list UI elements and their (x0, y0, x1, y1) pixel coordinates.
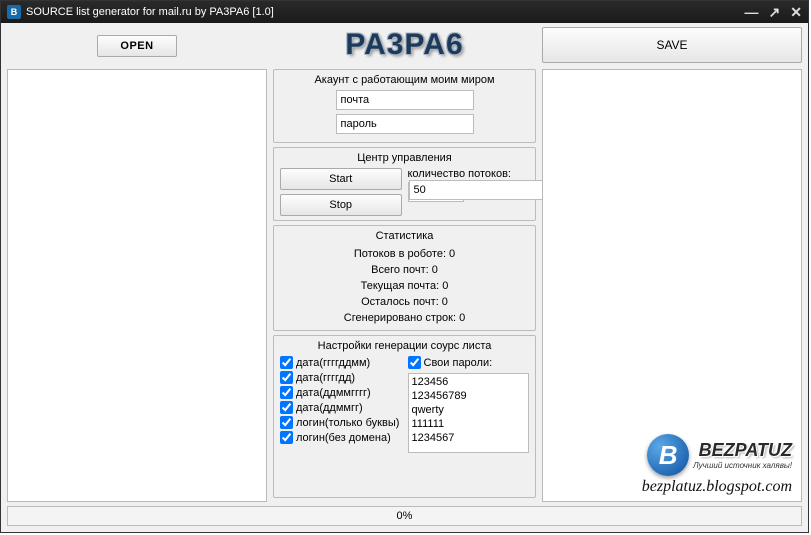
titlebar: B SOURCE list generator for mail.ru by P… (1, 1, 808, 23)
save-button[interactable]: SAVE (542, 27, 802, 63)
date-ddmmyy-checkbox[interactable]: дата(ддммгг) (280, 401, 402, 414)
date-ddmmyyyy-checkbox[interactable]: дата(ддммгггг) (280, 386, 402, 399)
maximize-icon[interactable]: ↗ (769, 1, 781, 23)
logo-text: PA3PA6 (273, 27, 536, 63)
generation-panel-title: Настройки генерации соурс листа (280, 340, 529, 352)
output-list[interactable] (542, 69, 802, 502)
stat-row: Сгенерировано строк: 0 (280, 310, 529, 326)
progress-label: 0% (397, 510, 413, 522)
stat-row: Осталось почт: 0 (280, 294, 529, 310)
list-item[interactable]: 123456789 (412, 389, 526, 403)
stat-row: Всего почт: 0 (280, 262, 529, 278)
date-yyyyDD-checkbox[interactable]: дата(ггггдд) (280, 371, 402, 384)
mail-input[interactable] (336, 90, 474, 110)
list-item[interactable]: 123456 (412, 375, 526, 389)
stats-panel: Статистика Потоков в роботе: 0 Всего поч… (273, 225, 536, 331)
account-panel: Акаунт с работающим моим миром (273, 69, 536, 143)
stats-panel-title: Статистика (280, 230, 529, 242)
open-button[interactable]: OPEN (97, 35, 177, 57)
source-list-input[interactable] (7, 69, 267, 502)
date-yyyyDDmm-checkbox[interactable]: дата(ггггддмм) (280, 356, 402, 369)
threads-input[interactable] (409, 180, 547, 200)
login-nodomain-checkbox[interactable]: логин(без домена) (280, 431, 402, 444)
generation-panel: Настройки генерации соурс листа дата(ггг… (273, 335, 536, 498)
window-title: SOURCE list generator for mail.ru by PA3… (26, 1, 745, 23)
stop-button[interactable]: Stop (280, 194, 402, 216)
list-item[interactable]: qwerty (412, 403, 526, 417)
stat-row: Потоков в роботе: 0 (280, 246, 529, 262)
own-passwords-checkbox[interactable]: Свои пароли: (408, 356, 530, 369)
minimize-icon[interactable]: — (745, 1, 759, 23)
control-panel-title: Центр управления (280, 152, 529, 164)
list-item[interactable]: 111111 (412, 417, 526, 431)
progress-bar: 0% (7, 506, 802, 526)
control-panel: Центр управления Start Stop количество п… (273, 147, 536, 221)
password-input[interactable] (336, 114, 474, 134)
passwords-list[interactable]: 123456 123456789 qwerty 111111 1234567 (408, 373, 530, 453)
threads-label: количество потоков: (408, 168, 530, 180)
start-button[interactable]: Start (280, 168, 402, 190)
threads-spinbox[interactable]: ▲ ▼ (408, 182, 464, 202)
list-item[interactable]: 1234567 (412, 431, 526, 445)
stat-row: Текущая почта: 0 (280, 278, 529, 294)
account-panel-title: Акаунт с работающим моим миром (280, 74, 529, 86)
app-icon: B (7, 5, 21, 19)
login-letters-checkbox[interactable]: логин(только буквы) (280, 416, 402, 429)
close-icon[interactable]: ✕ (790, 1, 802, 23)
